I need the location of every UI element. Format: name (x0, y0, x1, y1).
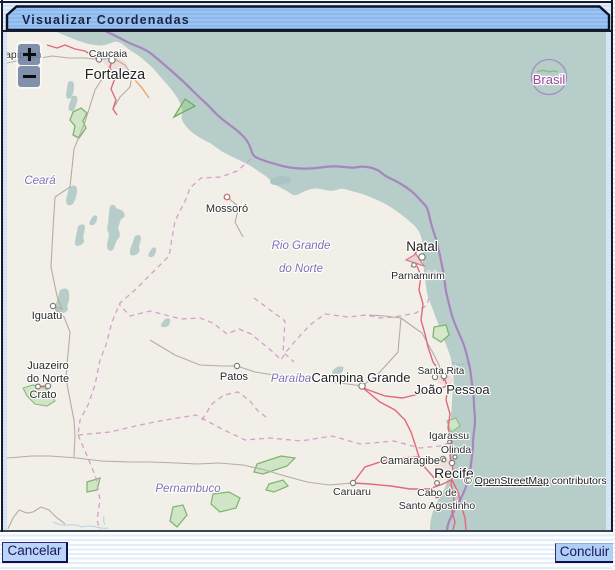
svg-text:Camaragibe: Camaragibe (380, 455, 440, 467)
svg-text:Olinda: Olinda (441, 444, 472, 456)
svg-text:Iguatu: Iguatu (32, 310, 63, 322)
svg-text:Ceará: Ceará (24, 175, 56, 187)
svg-text:do Norte: do Norte (279, 263, 323, 275)
svg-text:Natal: Natal (406, 239, 438, 254)
svg-text:© OpenStreetMap contributors: © OpenStreetMap contributors (464, 475, 606, 487)
svg-text:Mossoró: Mossoró (206, 203, 248, 215)
svg-text:Patos: Patos (220, 371, 249, 383)
svg-text:Rio Grande: Rio Grande (272, 240, 331, 252)
svg-text:Caruaru: Caruaru (333, 486, 371, 498)
svg-text:Santa Rita: Santa Rita (418, 366, 465, 377)
svg-text:Cabo de: Cabo de (417, 487, 457, 499)
svg-text:Pernambuco: Pernambuco (155, 483, 221, 495)
svg-text:João Pessoa: João Pessoa (414, 382, 490, 397)
svg-text:do Norte: do Norte (27, 373, 69, 385)
svg-text:Paraíba: Paraíba (271, 373, 311, 385)
svg-text:Campina Grande: Campina Grande (312, 370, 411, 385)
svg-text:Parnamirim: Parnamirim (391, 270, 445, 282)
svg-text:Crato: Crato (30, 389, 57, 401)
svg-text:Igarassu: Igarassu (429, 430, 469, 442)
svg-text:Santo Agostinho: Santo Agostinho (399, 500, 476, 512)
svg-text:Brasil: Brasil (533, 72, 566, 87)
svg-text:Caucaia: Caucaia (89, 48, 128, 60)
svg-text:Fortaleza: Fortaleza (85, 67, 146, 83)
svg-text:Juazeiro: Juazeiro (27, 360, 69, 372)
